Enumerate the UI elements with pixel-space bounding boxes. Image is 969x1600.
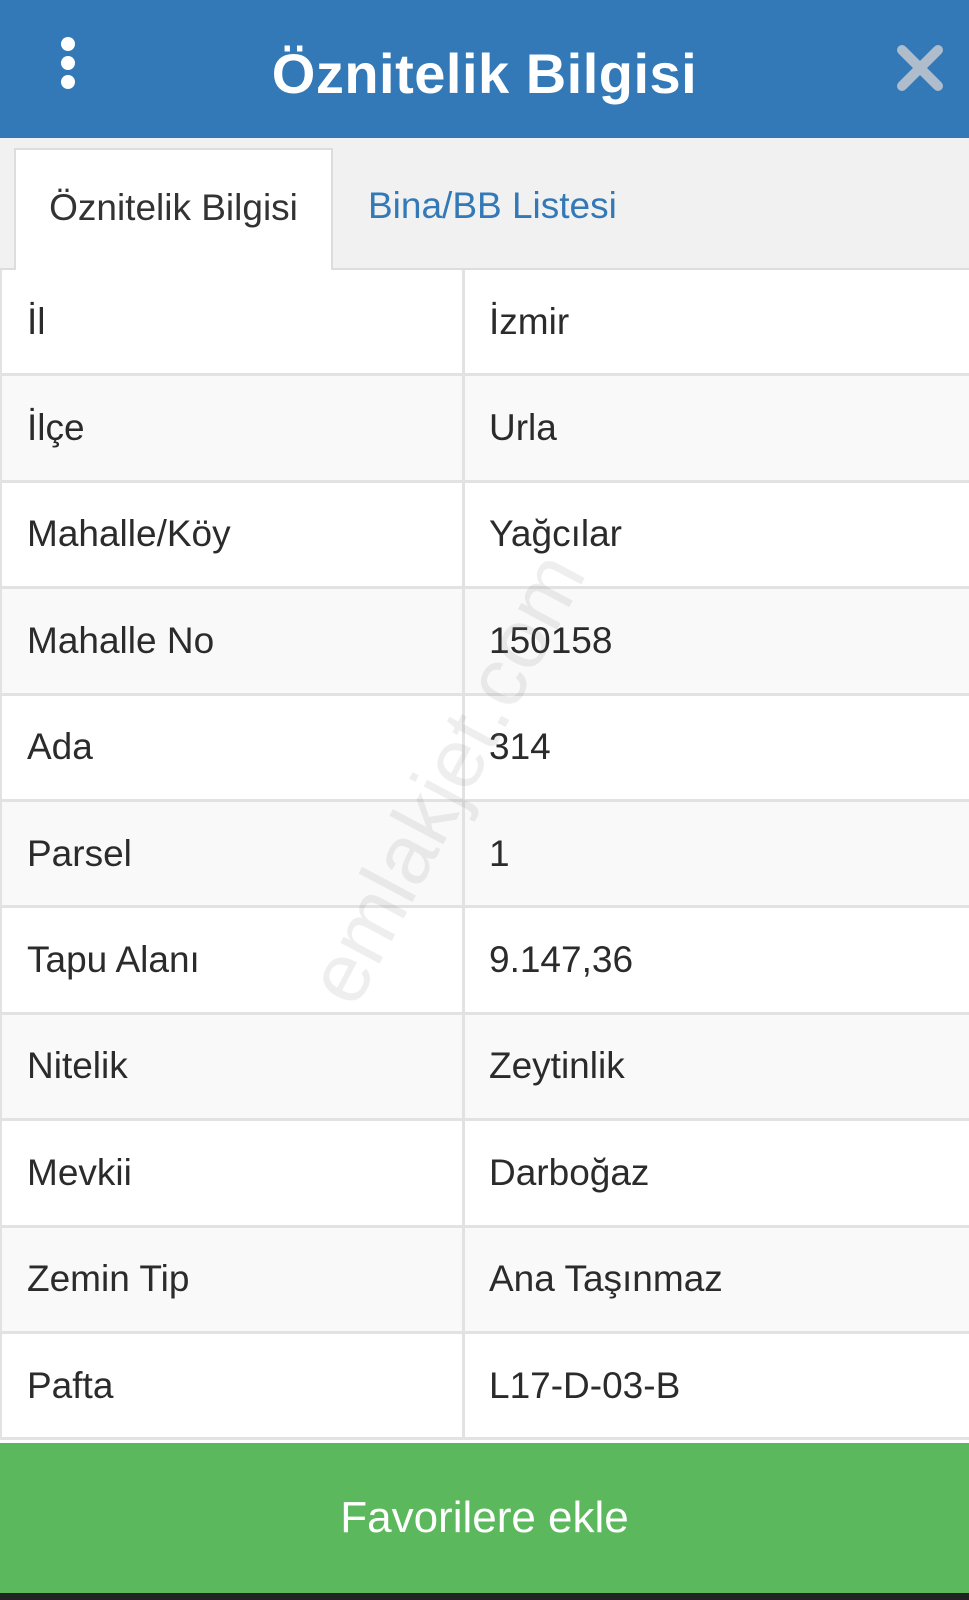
attribute-value: 9.147,36 — [489, 939, 634, 981]
table-row: Zemin Tip Ana Taşınmaz — [0, 1227, 969, 1334]
tab-bar: Öznitelik Bilgisi Bina/BB Listesi — [0, 138, 969, 270]
attribute-key: Tapu Alanı — [0, 908, 465, 1012]
table-row: Mevkii Darboğaz — [0, 1121, 969, 1228]
table-row: Ada 314 — [0, 695, 969, 802]
table-row: Nitelik Zeytinlik — [0, 1014, 969, 1122]
app-header: Öznitelik Bilgisi — [0, 0, 969, 138]
attribute-value: Zeytinlik — [489, 1045, 625, 1087]
attribute-value: L17-D-03-B — [489, 1364, 681, 1406]
attribute-key: Zemin Tip — [0, 1227, 465, 1331]
table-row: İlçe Urla — [0, 376, 969, 483]
attribute-value: 1 — [489, 832, 510, 874]
dialog-title: Öznitelik Bilgisi — [271, 42, 698, 105]
tab-bina-bb-listesi[interactable]: Bina/BB Listesi — [368, 148, 728, 268]
attribute-key: İlçe — [0, 376, 465, 480]
attribute-value: 150158 — [489, 619, 613, 661]
table-row: Mahalle No 150158 — [0, 589, 969, 696]
attribute-value: Yağcılar — [489, 513, 622, 555]
attribute-key: Parsel — [0, 801, 465, 906]
add-to-favorites-button[interactable]: Favorilere ekle — [0, 1443, 969, 1593]
attribute-key: Mahalle No — [0, 589, 465, 693]
attribute-key: Nitelik — [0, 1014, 465, 1119]
attribute-key: Ada — [0, 695, 465, 799]
attribute-value: İzmir — [489, 300, 570, 342]
attribute-key: Mevkii — [0, 1121, 465, 1225]
table-row: Mahalle/Köy Yağcılar — [0, 482, 969, 590]
attribute-value: 314 — [489, 726, 551, 768]
table-row: Tapu Alanı 9.147,36 — [0, 908, 969, 1015]
table-row: Pafta L17-D-03-B — [0, 1333, 969, 1441]
attribute-value: Urla — [489, 407, 557, 449]
attribute-key: Mahalle/Köy — [0, 482, 465, 587]
system-nav-strip — [0, 1593, 969, 1600]
table-row: Parsel 1 — [0, 801, 969, 909]
table-row: İl İzmir — [0, 270, 969, 377]
attribute-key: Pafta — [0, 1333, 465, 1438]
attribute-value: Ana Taşınmaz — [489, 1258, 723, 1300]
attribute-key: İl — [0, 270, 465, 374]
close-icon[interactable] — [894, 42, 946, 94]
tab-oznitelik-bilgisi[interactable]: Öznitelik Bilgisi — [14, 148, 333, 270]
attribute-table: İl İzmir İlçe Urla Mahalle/Köy Yağcılar Mahall… — [0, 270, 969, 1441]
attribute-value: Darboğaz — [489, 1151, 650, 1193]
